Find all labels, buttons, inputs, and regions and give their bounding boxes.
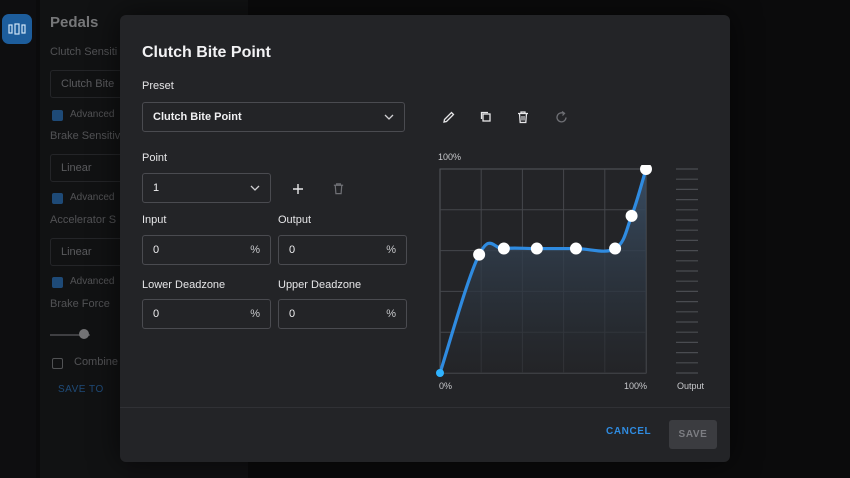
accelerator-sensitivity-label: Accelerator S [50, 214, 117, 226]
advanced-label-accelerator: Advanced [70, 276, 115, 287]
point-dropdown[interactable]: 1 [142, 173, 271, 203]
percent-unit: % [386, 308, 396, 320]
output-value: 0 [289, 244, 296, 256]
input-label: Input [142, 214, 167, 226]
edit-icon[interactable] [440, 108, 458, 126]
advanced-label-clutch: Advanced [70, 109, 115, 120]
curve-point-handle[interactable] [530, 242, 543, 255]
point-value: 1 [153, 182, 160, 194]
curve-point-handle[interactable] [436, 369, 444, 377]
chevron-down-icon [384, 112, 394, 122]
brake-force-slider-handle[interactable] [79, 329, 89, 339]
preset-value: Clutch Bite Point [153, 111, 242, 123]
lower-deadzone-field[interactable]: 0 % [142, 299, 271, 329]
response-curve-chart[interactable] [434, 165, 734, 395]
curve-point-handle[interactable] [609, 242, 622, 255]
combined-label: Combine [74, 356, 119, 368]
advanced-checkbox-accelerator[interactable] [52, 277, 63, 288]
copy-icon[interactable] [477, 108, 495, 126]
curve-point-handle[interactable] [497, 242, 510, 255]
percent-unit: % [250, 244, 260, 256]
preset-dropdown[interactable]: Clutch Bite Point [142, 102, 405, 132]
lower-deadzone-value: 0 [153, 308, 160, 320]
output-meter [676, 168, 698, 374]
point-label: Point [142, 152, 168, 164]
upper-deadzone-field[interactable]: 0 % [278, 299, 407, 329]
output-label: Output [278, 214, 312, 226]
brake-sensitivity-label: Brake Sensitiv [50, 130, 121, 142]
output-field[interactable]: 0 % [278, 235, 407, 265]
upper-deadzone-label: Upper Deadzone [278, 279, 362, 291]
advanced-checkbox-brake[interactable] [52, 193, 63, 204]
upper-deadzone-value: 0 [289, 308, 296, 320]
cancel-button[interactable]: CANCEL [606, 426, 651, 437]
clutch-bite-point-dialog: Clutch Bite Point Preset Clutch Bite Poi… [120, 15, 730, 462]
reset-icon[interactable] [552, 108, 570, 126]
pedals-icon[interactable] [2, 14, 32, 44]
advanced-label-brake: Advanced [70, 192, 115, 203]
delete-point-icon[interactable] [329, 179, 347, 197]
curve-point-handle[interactable] [640, 165, 652, 175]
clutch-sensitivity-label: Clutch Sensiti [50, 46, 118, 58]
save-to-button[interactable]: SAVE TO [58, 384, 104, 395]
add-icon[interactable] [289, 180, 307, 198]
save-button[interactable]: SAVE [669, 420, 717, 449]
combined-checkbox[interactable] [52, 358, 63, 369]
percent-unit: % [250, 308, 260, 320]
dialog-title: Clutch Bite Point [142, 44, 271, 61]
input-value: 0 [153, 244, 160, 256]
curve-point-handle[interactable] [473, 248, 486, 261]
preset-label: Preset [142, 80, 174, 92]
delete-icon[interactable] [514, 108, 532, 126]
chart-y-top-label: 100% [438, 152, 462, 162]
panel-title: Pedals [50, 14, 99, 31]
advanced-checkbox-clutch[interactable] [52, 110, 63, 121]
percent-unit: % [386, 244, 396, 256]
input-field[interactable]: 0 % [142, 235, 271, 265]
footer-divider [120, 407, 730, 408]
brake-force-label: Brake Force [50, 298, 110, 310]
curve-point-handle[interactable] [625, 209, 638, 222]
chevron-down-icon [250, 183, 260, 193]
lower-deadzone-label: Lower Deadzone [142, 279, 226, 291]
curve-point-handle[interactable] [569, 242, 582, 255]
app-rail [0, 0, 36, 478]
